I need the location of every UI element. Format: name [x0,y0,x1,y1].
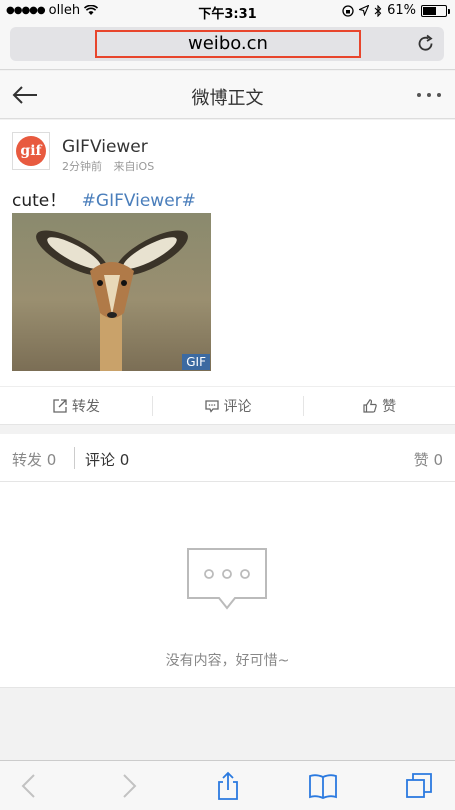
post-card: gif GIFViewer 2分钟前 来自iOS cute！ #GIFViewe… [0,120,455,425]
repost-icon [53,398,67,413]
battery-fill [423,6,436,15]
forward-icon[interactable] [114,771,144,801]
tab-divider [74,447,75,469]
bluetooth-icon [374,4,382,17]
battery-percent: 61% [387,3,416,18]
post-meta: 2分钟前 来自iOS [62,158,154,174]
gazelle-image [36,230,188,371]
empty-state: 没有内容，好可惜~ [0,482,455,688]
empty-comment-icon [187,548,267,610]
page-header: 微博正文 [0,71,455,119]
hashtag-link[interactable]: #GIFViewer# [82,191,196,211]
post-actions: 转发 评论 赞 [0,386,455,424]
status-right: 61% [342,3,450,18]
reload-icon[interactable] [416,34,436,54]
post-body: cute！ [12,191,67,211]
comment-icon [204,399,219,413]
status-bar: ●●●●● olleh 下午3:31 61% [0,0,455,22]
like-label: 赞 [382,398,397,415]
browser-address-bar: weibo.cn [0,22,455,70]
repost-label: 转发 [71,398,100,415]
comment-button[interactable]: 评论 [151,387,304,424]
avatar-logo: gif [16,136,46,166]
post-image[interactable]: GIF [12,213,211,371]
page-title: 微博正文 [191,88,264,109]
post-time: 2分钟前 [62,160,102,173]
back-icon[interactable] [14,771,44,801]
empty-message: 没有内容，好可惜~ [165,653,290,669]
comment-label: 评论 [223,398,252,415]
thumbs-up-icon [363,398,377,413]
location-icon [359,5,370,16]
battery-icon [421,4,450,17]
browser-toolbar [0,760,455,810]
address-field[interactable]: weibo.cn [10,27,444,61]
repost-button[interactable]: 转发 [0,387,152,424]
post-text: cute！ #GIFViewer# [12,186,196,211]
comment-tabs: 转发 0 评论 0 赞 0 [0,434,455,482]
tab-repost[interactable]: 转发 0 [12,449,56,470]
bookmarks-icon[interactable] [308,771,338,801]
post-source: 来自iOS [113,160,155,173]
gif-badge: GIF [182,354,210,370]
more-icon[interactable] [415,83,443,107]
username[interactable]: GIFViewer [62,137,148,157]
like-button[interactable]: 赞 [303,387,455,424]
tab-comment[interactable]: 评论 0 [85,449,129,470]
url-text[interactable]: weibo.cn [95,30,361,58]
tab-like[interactable]: 赞 0 [414,449,443,470]
rotation-lock-icon [342,4,354,17]
share-icon[interactable] [213,771,243,801]
avatar[interactable]: gif [12,132,50,170]
tabs-icon[interactable] [404,771,434,801]
